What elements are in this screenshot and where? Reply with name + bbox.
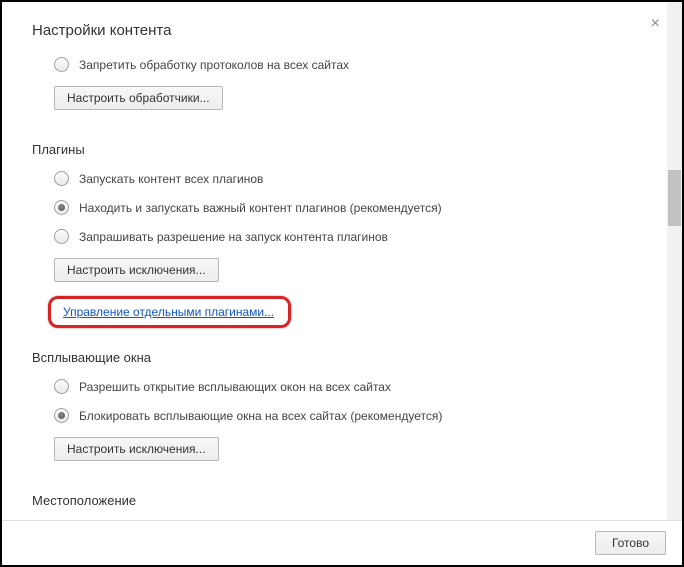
radio-icon [54,200,69,215]
section-popups: Всплывающие окна Разрешить открытие вспл… [32,350,652,471]
radio-icon [54,379,69,394]
radio-icon [54,57,69,72]
radio-label: Блокировать всплывающие окна на всех сай… [79,409,442,423]
close-icon[interactable]: × [651,16,660,32]
radio-icon [54,408,69,423]
radio-plugins-run-all[interactable]: Запускать контент всех плагинов [32,171,652,186]
radio-label: Запускать контент всех плагинов [79,172,263,186]
dialog-title: Настройки контента [32,22,652,39]
section-protocols: Запретить обработку протоколов на всех с… [32,57,652,120]
radio-label: Разрешить открытие всплывающих окон на в… [79,380,391,394]
scrollbar-track[interactable] [667,2,682,520]
plugins-heading: Плагины [32,142,652,157]
radio-label: Запретить обработку протоколов на всех с… [79,58,349,72]
scroll-content: Настройки контента Запретить обработку п… [2,2,682,520]
dialog-footer: Готово [2,520,682,565]
section-plugins: Плагины Запускать контент всех плагинов … [32,142,652,328]
manage-plugins-link[interactable]: Управление отдельными плагинами... [63,305,274,319]
highlight-annotation: Управление отдельными плагинами... [48,296,291,328]
plugins-exceptions-button[interactable]: Настроить исключения... [54,258,219,282]
scrollbar-thumb[interactable] [668,170,681,226]
radio-plugins-detect-important[interactable]: Находить и запускать важный контент плаг… [32,200,652,215]
location-heading: Местоположение [32,493,652,507]
radio-popups-allow[interactable]: Разрешить открытие всплывающих окон на в… [32,379,652,394]
radio-icon [54,229,69,244]
radio-icon [54,171,69,186]
configure-handlers-button[interactable]: Настроить обработчики... [54,86,223,110]
section-location-cutoff: Местоположение [32,493,652,507]
content-area: × Настройки контента Запретить обработку… [2,2,682,520]
radio-plugins-ask[interactable]: Запрашивать разрешение на запуск контент… [32,229,652,244]
radio-protocols-block-all[interactable]: Запретить обработку протоколов на всех с… [32,57,652,72]
done-button[interactable]: Готово [595,531,666,555]
popups-exceptions-button[interactable]: Настроить исключения... [54,437,219,461]
radio-label: Находить и запускать важный контент плаг… [79,201,442,215]
content-settings-dialog: × Настройки контента Запретить обработку… [2,2,682,565]
popups-heading: Всплывающие окна [32,350,652,365]
radio-popups-block[interactable]: Блокировать всплывающие окна на всех сай… [32,408,652,423]
radio-label: Запрашивать разрешение на запуск контент… [79,230,388,244]
